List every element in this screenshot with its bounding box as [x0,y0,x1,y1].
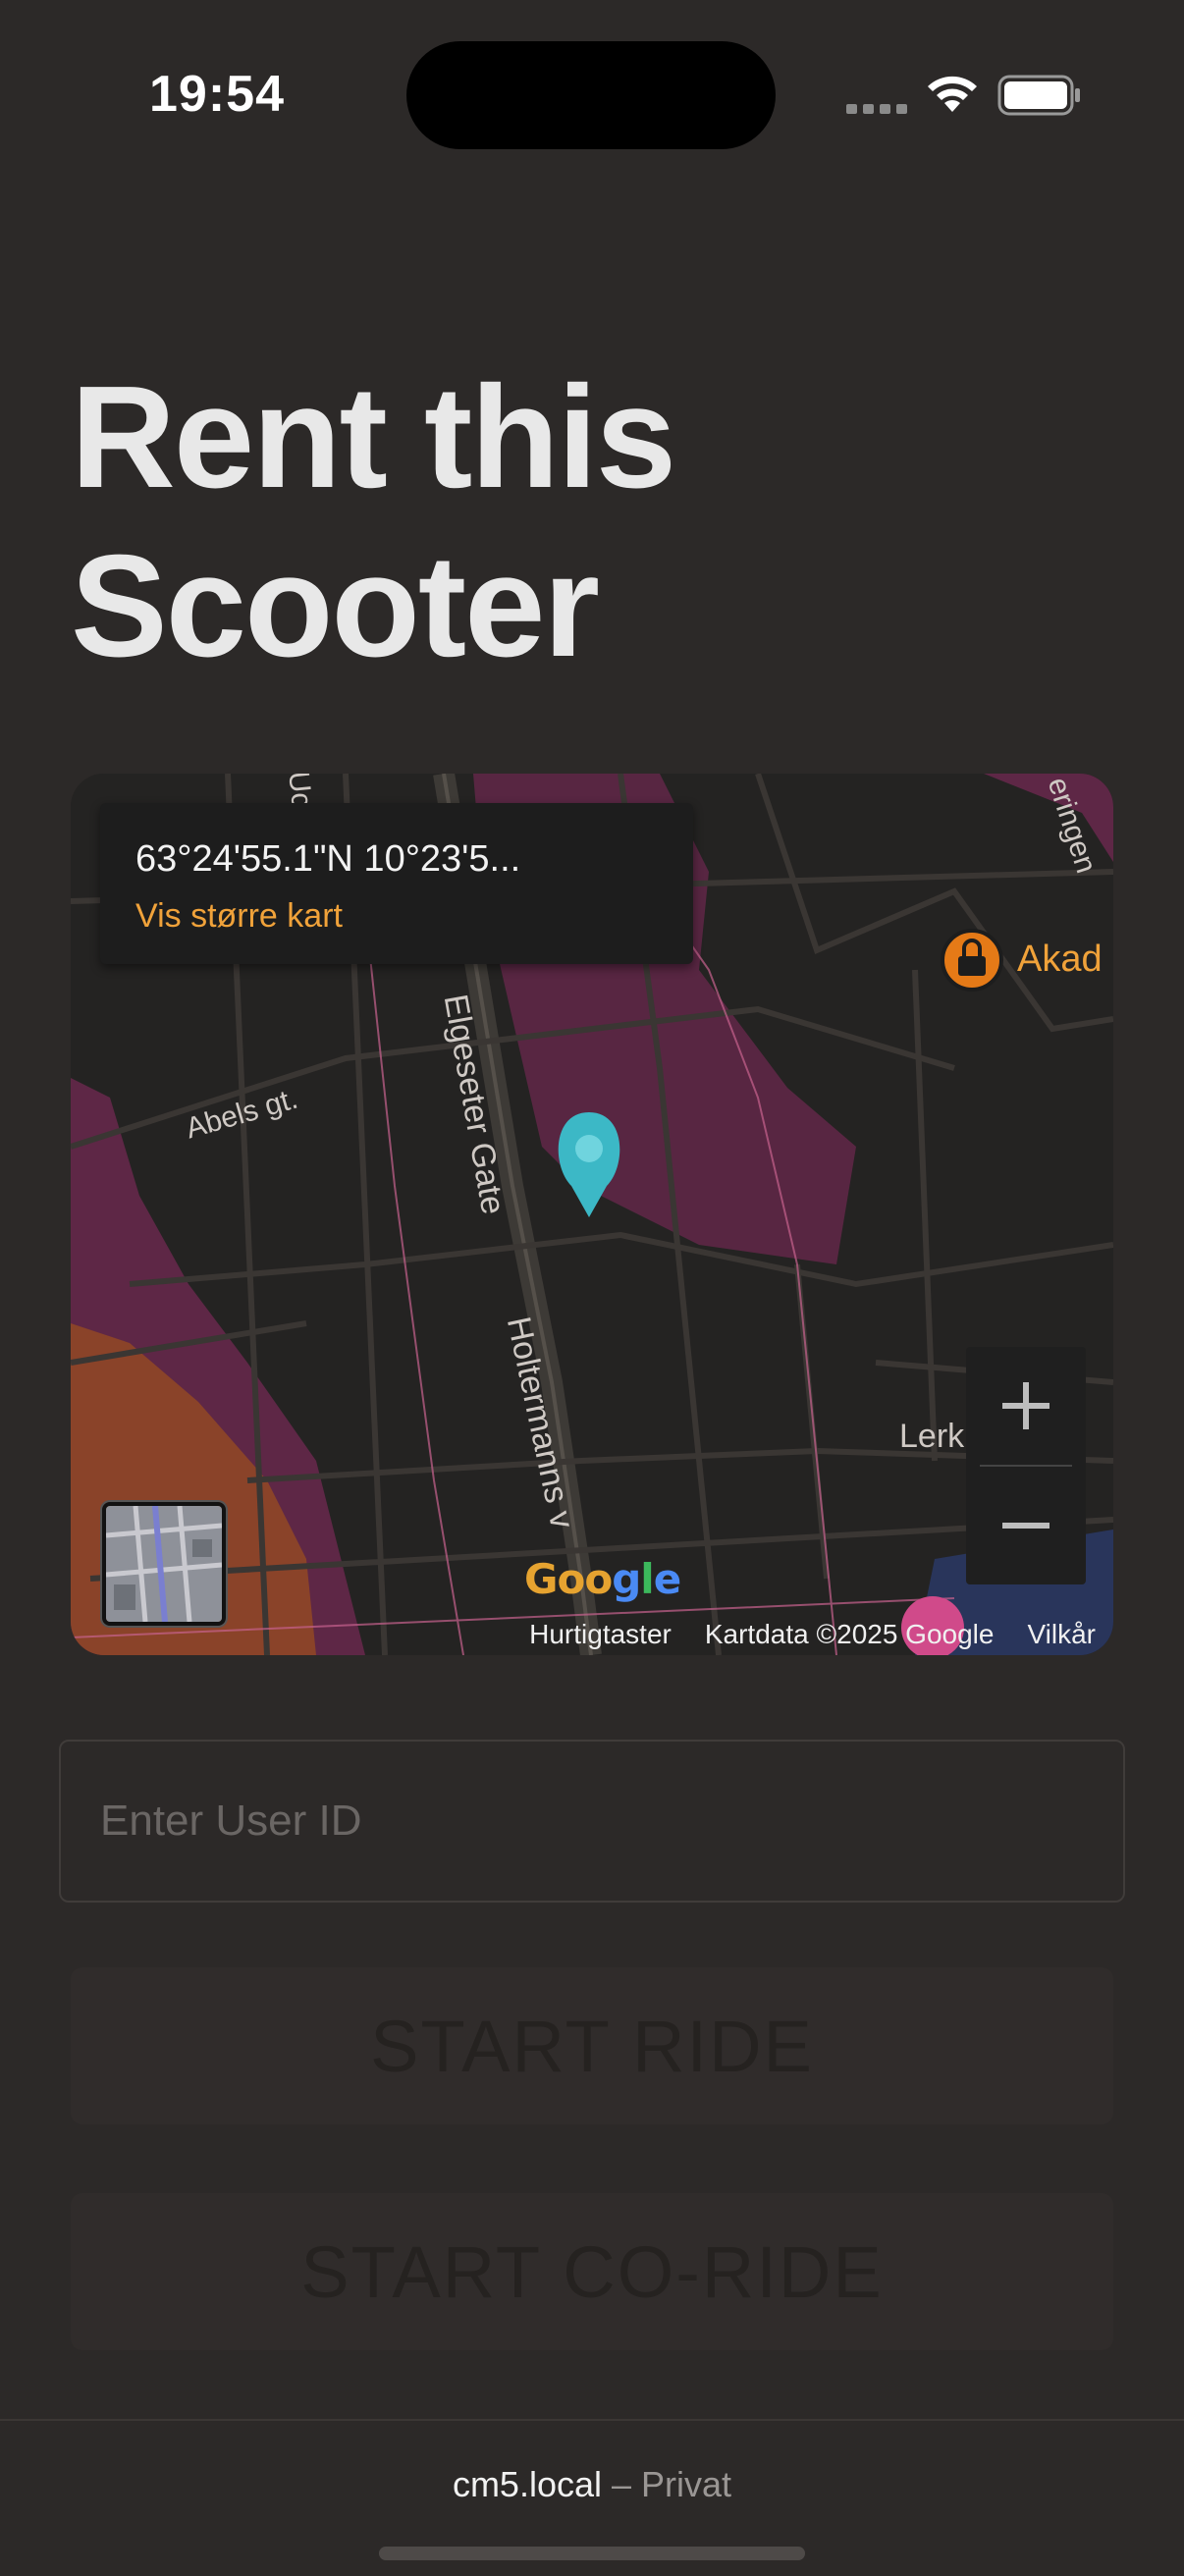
minus-icon [1002,1523,1049,1529]
user-id-input[interactable] [59,1740,1125,1903]
terms-link[interactable]: Vilkår [1027,1619,1096,1650]
home-indicator[interactable] [379,2547,805,2560]
url-separator: – [602,2464,642,2504]
url-display[interactable]: cm5.local – Privat [0,2464,1184,2505]
page-title: Rent this Scooter [71,353,1111,691]
browser-address-bar[interactable]: cm5.local – Privat [0,2419,1184,2576]
larger-map-link[interactable]: Vis større kart [135,897,343,936]
dynamic-island [406,41,776,149]
google-logo: Google [524,1555,681,1603]
plus-icon [1002,1382,1049,1429]
map-embed[interactable]: Abels gt. Elgeseter Gate Holtermanns v L… [71,774,1113,1655]
signal-dots-icon [846,104,907,114]
satellite-layer-toggle[interactable] [102,1502,226,1626]
satellite-thumbnail-icon [106,1506,222,1622]
start-ride-button[interactable]: START RIDE [71,1967,1113,2124]
status-time: 19:54 [149,66,285,123]
url-host: cm5.local [452,2464,602,2504]
page-title-line1: Rent this [71,356,676,518]
browsing-mode: Privat [641,2464,732,2504]
zoom-out-button[interactable] [966,1467,1086,1584]
map-info-card: 63°24'55.1"N 10°23'5... Vis større kart [100,803,693,964]
map-data-text: Kartdata ©2025 Google [704,1619,995,1649]
zoom-control [966,1347,1086,1584]
battery-icon [997,75,1080,116]
map-coordinates: 63°24'55.1"N 10°23'5... [135,838,521,880]
map-attribution: Hurtigtaster Kartdata ©2025 Google Vilkå… [511,1614,1113,1655]
wifi-icon [928,76,977,112]
zoom-in-button[interactable] [966,1347,1086,1465]
status-bar: 19:54 [0,0,1184,187]
shopping-poi-icon [941,929,1003,992]
page-title-line2: Scooter [71,525,600,687]
start-co-ride-button[interactable]: START CO-RIDE [71,2193,1113,2350]
poi-label-akad: Akad [1017,939,1103,980]
keyboard-shortcuts-link[interactable]: Hurtigtaster [529,1619,672,1650]
